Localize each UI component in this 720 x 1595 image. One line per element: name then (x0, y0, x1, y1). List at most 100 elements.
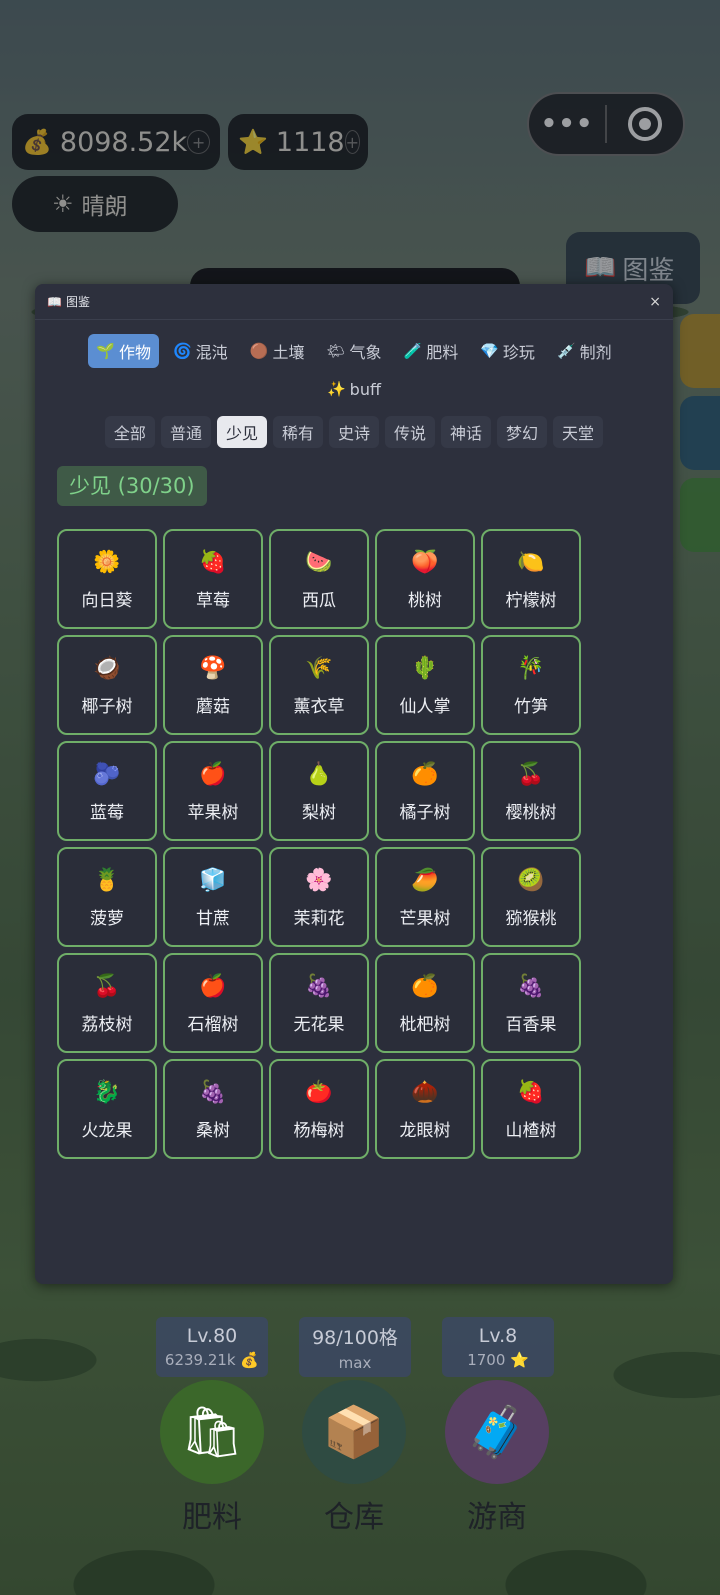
item-icon: 🍍 (93, 867, 121, 893)
item-card[interactable]: 🍅 杨梅树 (269, 1059, 369, 1159)
category-tab[interactable]: 💎 珍玩 (472, 334, 543, 368)
item-name: 山楂树 (505, 1120, 557, 1141)
item-card[interactable]: 🍓 草莓 (163, 529, 263, 629)
item-icon: 🍓 (517, 1079, 545, 1105)
item-name: 龙眼树 (399, 1120, 451, 1141)
warehouse-label: 仓库 (324, 1500, 384, 1535)
item-icon: 🌵 (411, 655, 439, 681)
fertilizer-label: 肥料 (182, 1500, 242, 1535)
category-icon: ✨ (326, 380, 346, 398)
item-icon: 🍄 (199, 655, 227, 681)
item-name: 石榴树 (187, 1014, 239, 1035)
item-icon: 🍊 (411, 973, 439, 999)
category-tab[interactable]: 🌤 气象 (318, 334, 389, 368)
category-label: 珍玩 (502, 343, 535, 362)
item-name: 橘子树 (399, 802, 451, 823)
item-card[interactable]: 🌼 向日葵 (57, 529, 157, 629)
category-tab[interactable]: 🟤 土壤 (242, 334, 313, 368)
item-icon: 🌾 (305, 655, 333, 681)
rarity-tab[interactable]: 全部 (104, 416, 155, 448)
item-card[interactable]: 🌾 薰衣草 (269, 635, 369, 735)
item-card[interactable]: 🎋 竹笋 (481, 635, 581, 735)
rarity-tab[interactable]: 梦幻 (497, 416, 548, 448)
fertilizer-cost: 6239.21k 💰 (164, 1351, 260, 1369)
item-name: 草莓 (196, 590, 230, 611)
item-card[interactable]: 🍎 石榴树 (163, 953, 263, 1053)
item-card[interactable]: 🥥 椰子树 (57, 635, 157, 735)
category-label: 肥料 (426, 343, 459, 362)
rarity-tab[interactable]: 天堂 (553, 416, 604, 448)
item-card[interactable]: 🥭 芒果树 (375, 847, 475, 947)
rarity-tab[interactable]: 神话 (441, 416, 492, 448)
rarity-tab[interactable]: 传说 (385, 416, 436, 448)
category-tab[interactable]: 🧪 肥料 (396, 334, 467, 368)
item-card[interactable]: 🍊 枇杷树 (375, 953, 475, 1053)
item-card[interactable]: 🍄 蘑菇 (163, 635, 263, 735)
merchant-cost: 1700 ⭐ (467, 1351, 529, 1369)
item-name: 苹果树 (187, 802, 239, 823)
fertilizer-button[interactable]: 🛍 (160, 1380, 264, 1484)
item-icon: 🍑 (411, 549, 439, 575)
item-card[interactable]: 🍇 桑树 (163, 1059, 263, 1159)
warehouse-button[interactable]: 📦 (302, 1380, 406, 1484)
item-card[interactable]: 🍇 百香果 (481, 953, 581, 1053)
warehouse-status: max (338, 1353, 372, 1372)
item-card[interactable]: 🍉 西瓜 (269, 529, 369, 629)
item-card[interactable]: 🍐 梨树 (269, 741, 369, 841)
category-tabs: 🌱 作物 🌀 混沌 🟤 土壤 🌤 气象 🧪 肥料 💎 珍玩 💉 制剂 ✨ buff (35, 320, 673, 406)
category-label: 土壤 (272, 343, 305, 362)
item-name: 西瓜 (302, 590, 336, 611)
close-button[interactable]: × (649, 294, 661, 310)
item-card[interactable]: 🍊 橘子树 (375, 741, 475, 841)
item-card[interactable]: 🍋 柠檬树 (481, 529, 581, 629)
category-tab[interactable]: 💉 制剂 (549, 334, 620, 368)
item-card[interactable]: 🍓 山楂树 (481, 1059, 581, 1159)
merchant-level: Lv.8 (478, 1325, 518, 1347)
item-card[interactable]: 🐉 火龙果 (57, 1059, 157, 1159)
item-icon: 🌸 (305, 867, 333, 893)
item-card[interactable]: 🍍 菠萝 (57, 847, 157, 947)
item-card[interactable]: 🌰 龙眼树 (375, 1059, 475, 1159)
item-icon: 🐉 (93, 1079, 121, 1105)
category-icon: 🌀 (173, 342, 192, 360)
item-icon: 🌰 (411, 1079, 439, 1105)
item-name: 蓝莓 (90, 802, 124, 823)
item-card[interactable]: 🍑 桃树 (375, 529, 475, 629)
item-card[interactable]: 🫐 蓝莓 (57, 741, 157, 841)
rarity-tab[interactable]: 稀有 (272, 416, 323, 448)
category-tab[interactable]: 🌀 混沌 (165, 334, 236, 368)
item-name: 百香果 (505, 1014, 557, 1035)
item-card[interactable]: 🍇 无花果 (269, 953, 369, 1053)
rarity-tab[interactable]: 少见 (216, 416, 267, 448)
rarity-tab[interactable]: 普通 (160, 416, 211, 448)
item-icon: 🍊 (411, 761, 439, 787)
suitcase-icon: 🧳 (465, 1402, 529, 1461)
merchant-button[interactable]: 🧳 (445, 1380, 549, 1484)
category-label: 制剂 (579, 343, 612, 362)
item-card[interactable]: 🍒 荔枝树 (57, 953, 157, 1053)
item-card[interactable]: 🥝 猕猴桃 (481, 847, 581, 947)
box-icon: 📦 (322, 1402, 386, 1461)
category-label: 作物 (119, 343, 152, 362)
category-label: buff (349, 379, 381, 399)
category-tab[interactable]: ✨ buff (319, 372, 389, 406)
item-card[interactable]: 🍎 苹果树 (163, 741, 263, 841)
item-name: 仙人掌 (399, 696, 451, 717)
item-card[interactable]: 🍒 樱桃树 (481, 741, 581, 841)
item-card[interactable]: 🌸 茉莉花 (269, 847, 369, 947)
item-name: 桑树 (196, 1120, 230, 1141)
merchant-label: 游商 (467, 1500, 527, 1535)
item-name: 火龙果 (81, 1120, 133, 1141)
category-label: 混沌 (195, 343, 228, 362)
item-name: 竹笋 (514, 696, 548, 717)
category-tab[interactable]: 🌱 作物 (88, 334, 160, 368)
item-icon: 🍇 (305, 973, 333, 999)
item-icon: 🍉 (305, 549, 333, 575)
item-card[interactable]: 🌵 仙人掌 (375, 635, 475, 735)
item-card[interactable]: 🧊 甘蔗 (163, 847, 263, 947)
item-icon: 🍒 (517, 761, 545, 787)
rarity-tab[interactable]: 史诗 (328, 416, 379, 448)
fertilizer-level: Lv.80 (186, 1325, 238, 1347)
warehouse-stat: 98/100格 max (299, 1317, 411, 1377)
book-icon: 📖 (47, 294, 62, 309)
